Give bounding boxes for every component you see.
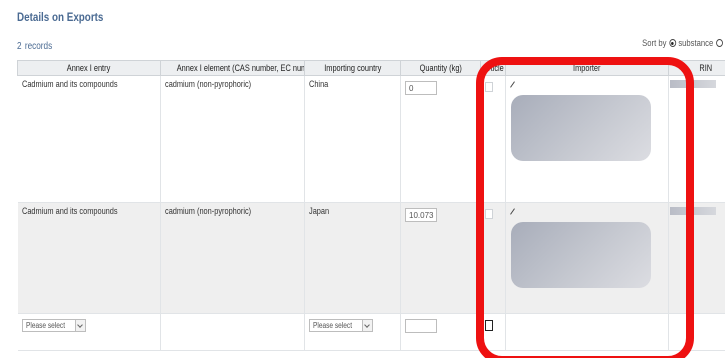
quantity-cell: [400, 202, 481, 314]
annex-entry-cell: Cadmium and its compounds: [17, 202, 161, 314]
exports-page: Details on Exports 2 records Sort by subs…: [0, 0, 725, 358]
annex-element-cell: cadmium (non-pyrophoric): [160, 202, 305, 314]
sort-control: Sort by substance: [643, 38, 723, 48]
column-header[interactable]: Importing country: [304, 60, 401, 76]
rin-cell: [668, 313, 725, 351]
exports-table: Annex I entry Annex I element (CAS numbe…: [17, 60, 725, 351]
chevron-down-icon[interactable]: [74, 320, 85, 331]
quantity-cell: [400, 75, 481, 203]
rin-cell: [668, 202, 725, 314]
sort-label: Sort by: [642, 38, 667, 48]
column-header[interactable]: Quantity (kg): [400, 60, 481, 76]
redacted-rin: [670, 207, 716, 215]
records-count: 2 records: [17, 41, 52, 52]
annex-element-cell: cadmium (non-pyrophoric): [160, 75, 305, 203]
article-cell: [480, 202, 506, 314]
chevron-down-icon[interactable]: [362, 320, 372, 331]
redacted-rin: [670, 80, 716, 88]
article-checkbox[interactable]: [485, 82, 493, 92]
article-checkbox[interactable]: [485, 209, 493, 219]
annex-entry-cell: Please select: [17, 313, 161, 351]
column-header[interactable]: RIN: [668, 60, 725, 76]
table-row: Cadmium and its compounds cadmium (non-p…: [17, 202, 725, 314]
records-number: 2: [17, 41, 22, 52]
rin-cell: [668, 75, 725, 203]
records-label: records: [24, 41, 53, 52]
country-cell: Please select: [304, 313, 401, 351]
table-row: Cadmium and its compounds cadmium (non-p…: [17, 75, 725, 203]
radio-selected-icon[interactable]: [669, 39, 677, 47]
new-entry-row: Please select Please select: [17, 313, 725, 351]
country-select[interactable]: Please select: [309, 319, 373, 332]
quantity-input[interactable]: [405, 319, 437, 333]
table-header-row: Annex I entry Annex I element (CAS numbe…: [17, 60, 725, 76]
importer-cell: [505, 75, 669, 203]
pencil-icon[interactable]: [510, 81, 516, 87]
redacted-importer: [511, 222, 651, 288]
redacted-importer: [511, 95, 651, 161]
article-checkbox[interactable]: [485, 320, 493, 331]
annex-element-cell: [160, 313, 305, 351]
importer-cell: [505, 202, 669, 314]
importer-cell: [505, 313, 669, 351]
column-header[interactable]: Annex I entry: [17, 60, 161, 76]
sort-option-substance[interactable]: substance: [679, 38, 714, 48]
quantity-cell: [400, 313, 481, 351]
country-cell: China: [304, 75, 401, 203]
exports-table-container: Annex I entry Annex I element (CAS numbe…: [17, 60, 725, 358]
annex-entry-select[interactable]: Please select: [21, 319, 86, 332]
country-cell: Japan: [304, 202, 401, 314]
radio-unselected-icon[interactable]: [716, 39, 723, 47]
section-title: Details on Exports: [17, 10, 104, 24]
column-header[interactable]: Importer: [505, 60, 669, 76]
quantity-input[interactable]: [405, 81, 437, 95]
pencil-icon[interactable]: [510, 208, 516, 214]
article-cell: [480, 313, 506, 351]
article-cell: [480, 75, 506, 203]
quantity-input[interactable]: [405, 208, 437, 222]
column-header[interactable]: Annex I element (CAS number, EC number): [160, 60, 305, 76]
column-header[interactable]: Article: [480, 60, 506, 76]
annex-entry-cell: Cadmium and its compounds: [17, 75, 161, 203]
